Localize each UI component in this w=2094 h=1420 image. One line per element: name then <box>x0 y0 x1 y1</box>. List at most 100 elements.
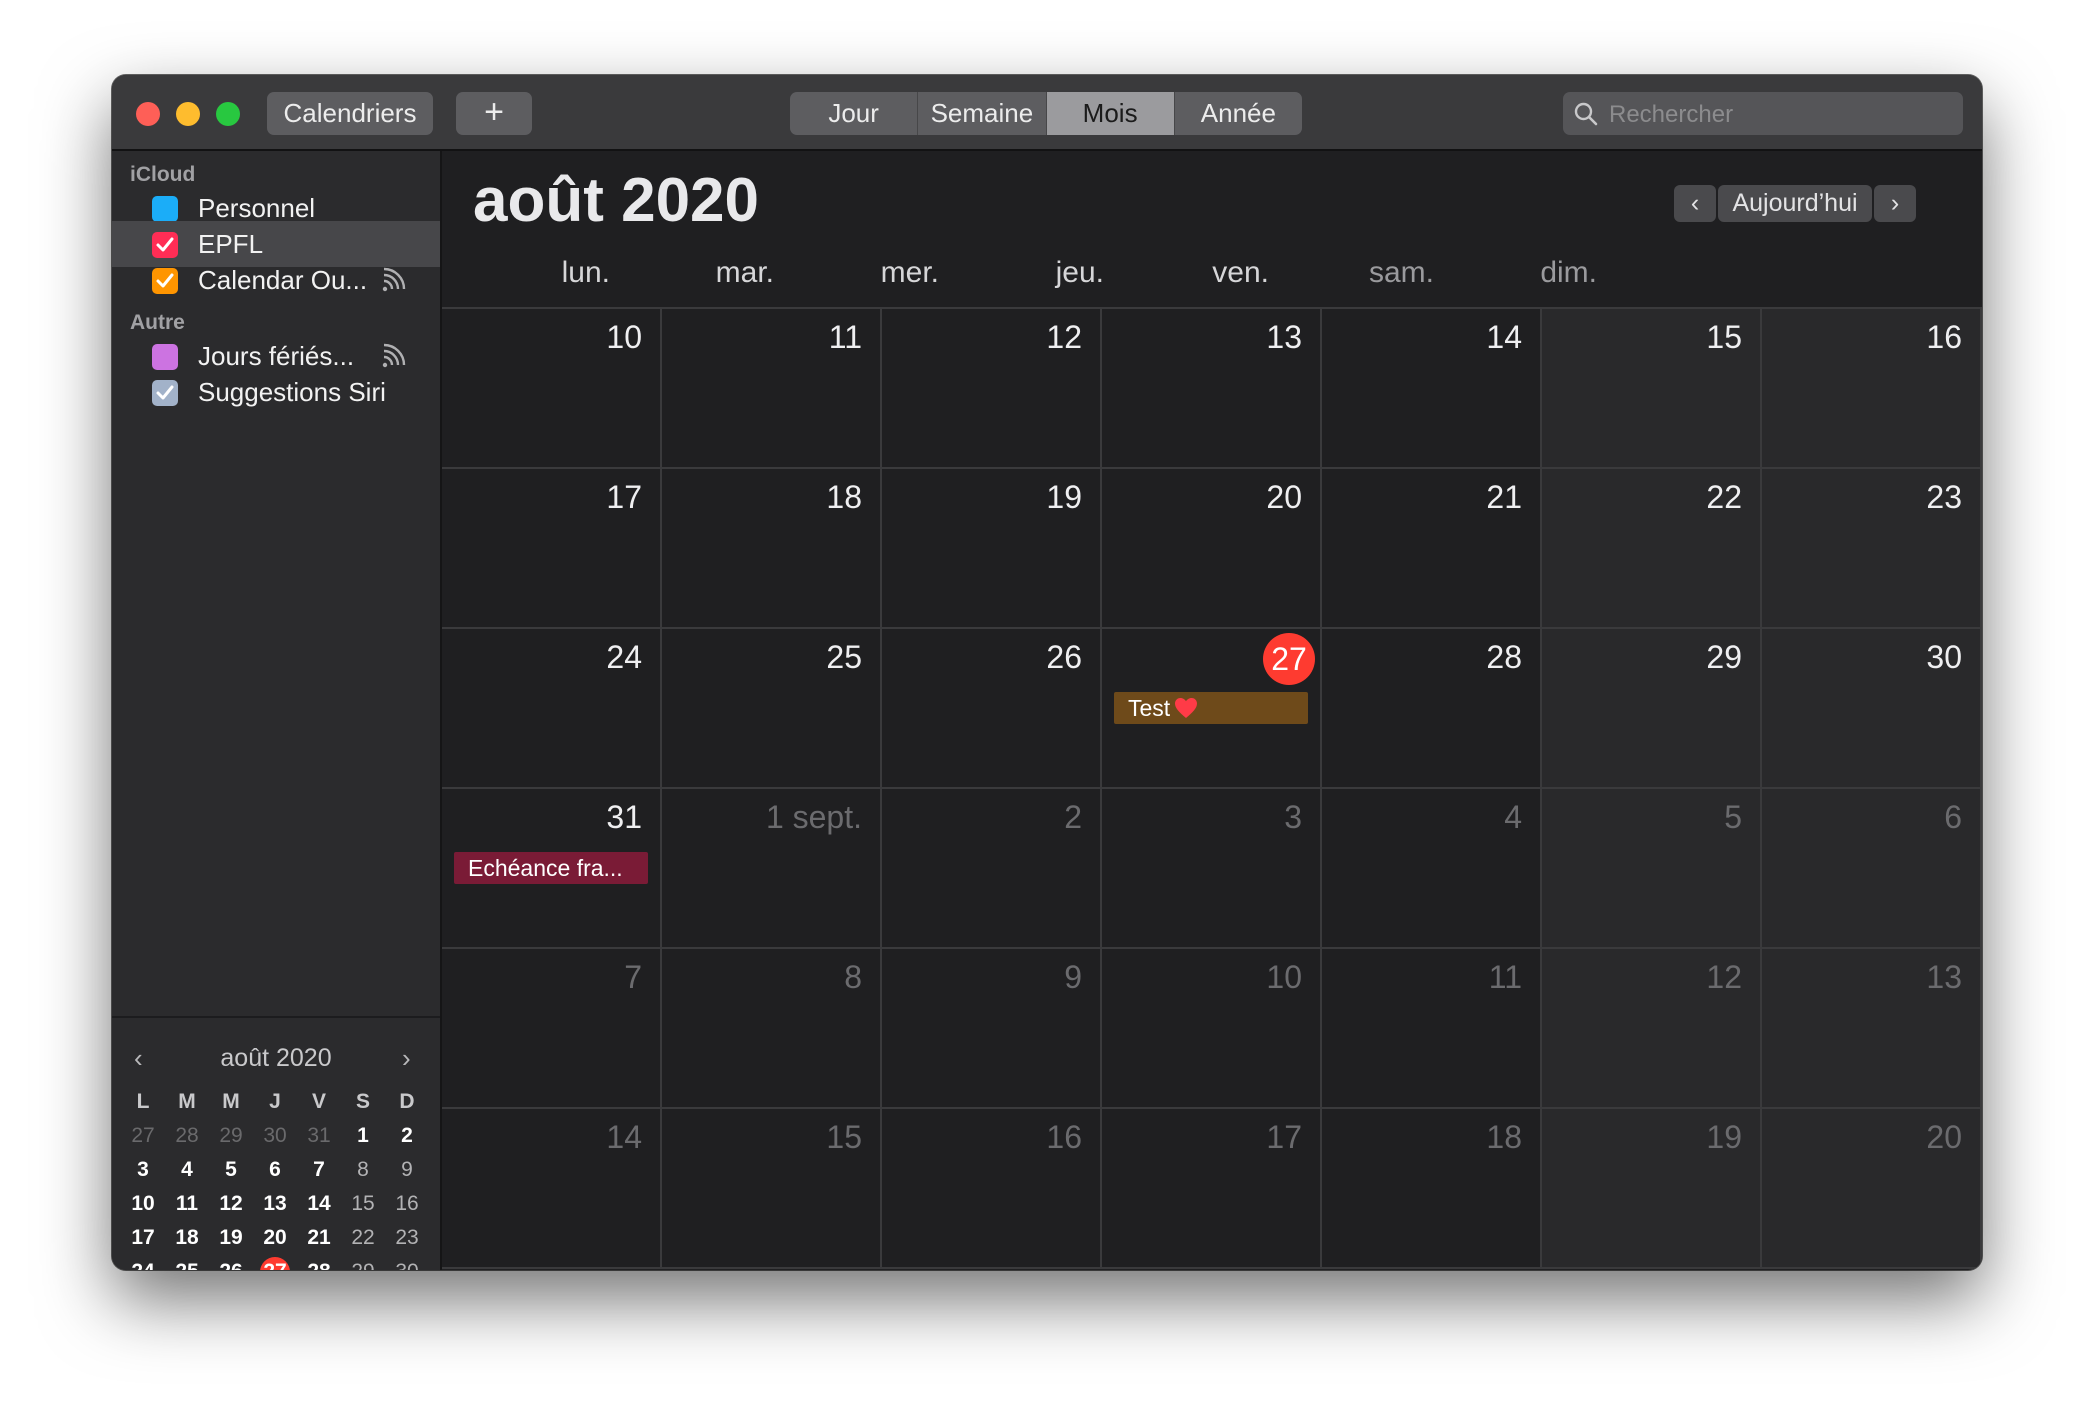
search-input[interactable] <box>1607 92 1951 137</box>
event-item[interactable]: Test <box>1114 692 1308 724</box>
day-cell[interactable]: 23 <box>1762 469 1982 629</box>
mini-day[interactable]: 9 <box>385 1153 429 1187</box>
view-month-tab[interactable]: Mois <box>1046 92 1175 135</box>
calendar-checkbox[interactable] <box>152 268 178 294</box>
mini-day[interactable]: 21 <box>297 1221 341 1255</box>
day-cell[interactable]: 9 <box>882 949 1102 1109</box>
calendar-checkbox[interactable] <box>152 196 178 222</box>
mini-day[interactable]: 10 <box>121 1187 165 1221</box>
mini-day[interactable]: 25 <box>165 1255 209 1270</box>
day-cell[interactable]: 10 <box>442 309 662 469</box>
day-cell[interactable]: 19 <box>1542 1109 1762 1269</box>
day-cell[interactable]: 27 Test <box>1102 629 1322 789</box>
mini-day[interactable]: 28 <box>165 1119 209 1153</box>
mini-day[interactable]: 17 <box>121 1221 165 1255</box>
calendar-checkbox[interactable] <box>152 344 178 370</box>
mini-day[interactable]: 23 <box>385 1221 429 1255</box>
mini-day[interactable]: 28 <box>297 1255 341 1270</box>
mini-day[interactable]: 30 <box>385 1255 429 1270</box>
mini-day[interactable]: 18 <box>165 1221 209 1255</box>
mini-calendar-next-icon[interactable]: › <box>402 1043 411 1074</box>
day-cell[interactable]: 18 <box>1322 1109 1542 1269</box>
mini-day[interactable]: 4 <box>165 1153 209 1187</box>
day-cell[interactable]: 11 <box>1322 949 1542 1109</box>
day-cell[interactable]: 2 <box>882 789 1102 949</box>
day-cell[interactable]: 30 <box>1762 629 1982 789</box>
mini-day[interactable]: 13 <box>253 1187 297 1221</box>
day-cell[interactable]: 5 <box>1542 789 1762 949</box>
day-cell[interactable]: 13 <box>1102 309 1322 469</box>
day-cell[interactable]: 21 <box>1322 469 1542 629</box>
calendar-checkbox[interactable] <box>152 380 178 406</box>
day-cell[interactable]: 12 <box>882 309 1102 469</box>
day-cell[interactable]: 7 <box>442 949 662 1109</box>
view-week-tab[interactable]: Semaine <box>918 92 1047 135</box>
day-cell[interactable]: 26 <box>882 629 1102 789</box>
day-cell[interactable]: 29 <box>1542 629 1762 789</box>
mini-day[interactable]: 29 <box>209 1119 253 1153</box>
previous-month-button[interactable]: ‹ <box>1674 185 1716 222</box>
day-cell[interactable]: 15 <box>1542 309 1762 469</box>
view-day-tab[interactable]: Jour <box>790 92 919 135</box>
mini-day[interactable]: 14 <box>297 1187 341 1221</box>
day-cell[interactable]: 18 <box>662 469 882 629</box>
next-month-button[interactable]: › <box>1874 185 1916 222</box>
view-year-tab[interactable]: Année <box>1175 92 1302 135</box>
day-cell[interactable]: 3 <box>1102 789 1322 949</box>
mini-day[interactable]: 20 <box>253 1221 297 1255</box>
mini-day[interactable]: 5 <box>209 1153 253 1187</box>
mini-day[interactable]: 29 <box>341 1255 385 1270</box>
mini-day[interactable]: 27 <box>121 1119 165 1153</box>
day-cell[interactable]: 17 <box>1102 1109 1322 1269</box>
maximize-window-button[interactable] <box>216 102 240 126</box>
mini-day[interactable]: 31 <box>297 1119 341 1153</box>
mini-day[interactable]: 22 <box>341 1221 385 1255</box>
minimize-window-button[interactable] <box>176 102 200 126</box>
calendars-button[interactable]: Calendriers <box>267 92 433 135</box>
day-cell[interactable]: 14 <box>1322 309 1542 469</box>
day-cell[interactable]: 16 <box>1762 309 1982 469</box>
day-cell[interactable]: 6 <box>1762 789 1982 949</box>
day-cell[interactable]: 1 sept. <box>662 789 882 949</box>
mini-day[interactable]: 8 <box>341 1153 385 1187</box>
mini-day[interactable]: 7 <box>297 1153 341 1187</box>
mini-day[interactable]: 11 <box>165 1187 209 1221</box>
close-window-button[interactable] <box>136 102 160 126</box>
day-cell[interactable]: 16 <box>882 1109 1102 1269</box>
mini-day[interactable]: 6 <box>253 1153 297 1187</box>
day-cell[interactable]: 11 <box>662 309 882 469</box>
mini-day[interactable]: 30 <box>253 1119 297 1153</box>
day-cell[interactable]: 12 <box>1542 949 1762 1109</box>
day-cell[interactable]: 20 <box>1762 1109 1982 1269</box>
day-cell[interactable]: 31 Echéance fra... <box>442 789 662 949</box>
add-event-button[interactable]: + <box>456 92 532 135</box>
today-button[interactable]: Aujourd’hui <box>1718 185 1872 222</box>
mini-day[interactable]: 15 <box>341 1187 385 1221</box>
day-cell[interactable]: 15 <box>662 1109 882 1269</box>
mini-day[interactable]: 26 <box>209 1255 253 1270</box>
day-cell[interactable]: 20 <box>1102 469 1322 629</box>
day-cell[interactable]: 17 <box>442 469 662 629</box>
day-cell[interactable]: 25 <box>662 629 882 789</box>
mini-day[interactable]: 2 <box>385 1119 429 1153</box>
day-cell[interactable]: 28 <box>1322 629 1542 789</box>
mini-day[interactable]: 3 <box>121 1153 165 1187</box>
day-cell[interactable]: 13 <box>1762 949 1982 1109</box>
mini-day[interactable]: 24 <box>121 1255 165 1270</box>
mini-calendar-prev-icon[interactable]: ‹ <box>134 1043 143 1074</box>
mini-day[interactable]: 16 <box>385 1187 429 1221</box>
calendar-item-suggestions-siri[interactable]: Suggestions Siri <box>112 369 440 415</box>
day-cell[interactable]: 14 <box>442 1109 662 1269</box>
calendar-checkbox[interactable] <box>152 232 178 258</box>
day-cell[interactable]: 10 <box>1102 949 1322 1109</box>
mini-day[interactable]: 19 <box>209 1221 253 1255</box>
mini-day[interactable]: 12 <box>209 1187 253 1221</box>
day-cell[interactable]: 19 <box>882 469 1102 629</box>
day-cell[interactable]: 8 <box>662 949 882 1109</box>
day-cell[interactable]: 24 <box>442 629 662 789</box>
event-item[interactable]: Echéance fra... <box>454 852 648 884</box>
mini-day[interactable]: 1 <box>341 1119 385 1153</box>
day-cell[interactable]: 4 <box>1322 789 1542 949</box>
day-cell[interactable]: 22 <box>1542 469 1762 629</box>
mini-day-today[interactable]: 27 <box>253 1255 297 1270</box>
